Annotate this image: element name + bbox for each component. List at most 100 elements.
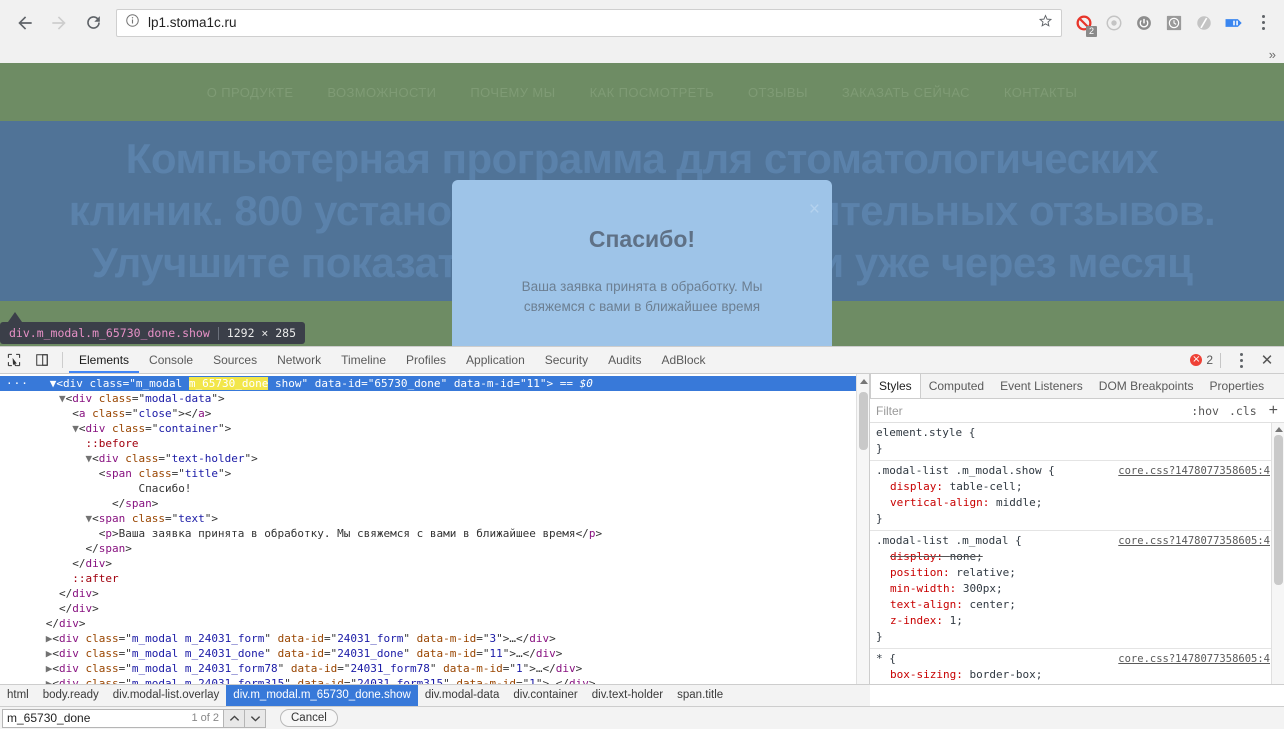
chrome-menu-icon[interactable]	[1250, 9, 1276, 37]
css-rule[interactable]: .modal-list .m_modal.show {core.css?1478…	[870, 461, 1284, 531]
dom-node[interactable]: ::before	[0, 436, 869, 451]
css-source-link[interactable]: core.css?1478077358605:4	[1118, 533, 1270, 549]
slash-extension-icon[interactable]	[1190, 9, 1218, 37]
css-property-value[interactable]: relative;	[956, 566, 1016, 579]
breadcrumb-item[interactable]: div.modal-data	[418, 685, 507, 706]
css-property-value[interactable]: 1;	[950, 614, 963, 627]
adblock-extension-icon[interactable]: 2	[1070, 9, 1098, 37]
tab-adblock[interactable]: AdBlock	[651, 347, 715, 373]
css-property-value[interactable]: none;	[950, 550, 983, 563]
css-declaration[interactable]: text-align: center;	[876, 597, 1284, 613]
dom-node[interactable]: ▶<div class="m_modal m_24031_done" data-…	[0, 646, 869, 661]
breadcrumb-item[interactable]: div.modal-list.overlay	[106, 685, 227, 706]
page-info-icon[interactable]	[125, 13, 140, 33]
dom-node[interactable]: ▶<div class="m_modal m_24031_form78" dat…	[0, 661, 869, 676]
overflow-chevron-icon[interactable]: »	[1269, 48, 1275, 61]
styles-filter-input[interactable]: Filter	[876, 404, 1181, 418]
tab-network[interactable]: Network	[267, 347, 331, 373]
tab-application[interactable]: Application	[456, 347, 535, 373]
css-declaration[interactable]: display: none;	[876, 549, 1284, 565]
dom-node[interactable]: ▼<div class="container">	[0, 421, 869, 436]
back-arrow-icon[interactable]	[10, 8, 40, 38]
css-property-name[interactable]: z-index:	[890, 614, 950, 627]
dom-node[interactable]: ▼<div class="text-holder">	[0, 451, 869, 466]
search-cancel-button[interactable]: Cancel	[280, 709, 338, 727]
breadcrumb-item[interactable]: span.title	[670, 685, 730, 706]
css-property-name[interactable]: display:	[890, 550, 950, 563]
hov-toggle[interactable]: :hov	[1191, 404, 1219, 418]
devtools-more-icon[interactable]	[1228, 346, 1254, 374]
css-property-value[interactable]: center;	[969, 598, 1015, 611]
nav-item-4[interactable]: ОТЗЫВЫ	[748, 85, 808, 100]
dom-node[interactable]: Спасибо!	[0, 481, 869, 496]
css-property-value[interactable]: table-cell;	[950, 480, 1023, 493]
tab-console[interactable]: Console	[139, 347, 203, 373]
search-prev-button[interactable]	[224, 709, 245, 728]
disclosure-open-icon[interactable]: ▼	[72, 422, 79, 435]
styles-tab-event-listeners[interactable]: Event Listeners	[992, 374, 1091, 398]
css-selector[interactable]: .modal-list .m_modal {	[876, 533, 1022, 549]
css-selector[interactable]: element.style {	[876, 425, 975, 441]
breadcrumb-item[interactable]: body.ready	[36, 685, 106, 706]
nav-item-2[interactable]: ПОЧЕМУ МЫ	[470, 85, 555, 100]
styles-tab-properties[interactable]: Properties	[1201, 374, 1272, 398]
dom-node[interactable]: ▼<div class="modal-data">	[0, 391, 869, 406]
css-declaration[interactable]: z-index: 1;	[876, 613, 1284, 629]
power-extension-icon[interactable]	[1130, 9, 1158, 37]
css-declaration[interactable]: box-sizing: border-box;	[876, 667, 1284, 683]
css-source-link[interactable]: core.css?1478077358605:4	[1118, 463, 1270, 479]
dom-node[interactable]: ::after	[0, 571, 869, 586]
styles-scrollbar[interactable]	[1271, 423, 1284, 708]
styles-tab-computed[interactable]: Computed	[921, 374, 992, 398]
inspect-element-icon[interactable]	[0, 347, 28, 373]
css-declaration[interactable]: min-width: 300px;	[876, 581, 1284, 597]
disclosure-open-icon[interactable]: ▼	[59, 392, 66, 405]
css-selector[interactable]: * {	[876, 651, 896, 667]
css-declaration[interactable]: position: relative;	[876, 565, 1284, 581]
dom-node[interactable]: ▶<div class="m_modal m_24031_form" data-…	[0, 631, 869, 646]
modal-close-icon[interactable]: ×	[809, 200, 820, 219]
css-property-value[interactable]: middle;	[996, 496, 1042, 509]
tab-elements[interactable]: Elements	[69, 347, 139, 373]
search-next-button[interactable]	[245, 709, 266, 728]
css-property-name[interactable]: position:	[890, 566, 956, 579]
clock-extension-icon[interactable]	[1160, 9, 1188, 37]
dom-tree-scrollbar[interactable]	[856, 374, 869, 708]
scroll-up-arrow-icon[interactable]	[860, 379, 868, 384]
css-property-name[interactable]: vertical-align:	[890, 496, 996, 509]
breadcrumb-item[interactable]: div.m_modal.m_65730_done.show	[226, 685, 418, 706]
css-property-value[interactable]: 300px;	[963, 582, 1003, 595]
styles-tab-styles[interactable]: Styles	[870, 374, 921, 398]
address-bar[interactable]: lp1.stoma1c.ru	[116, 9, 1062, 37]
nav-item-3[interactable]: КАК ПОСМОТРЕТЬ	[590, 85, 714, 100]
bookmark-manager-extension-icon[interactable]	[1220, 9, 1248, 37]
css-declaration[interactable]: display: table-cell;	[876, 479, 1284, 495]
nav-item-1[interactable]: ВОЗМОЖНОСТИ	[327, 85, 436, 100]
css-property-name[interactable]: text-align:	[890, 598, 969, 611]
nav-item-5[interactable]: ЗАКАЗАТЬ СЕЙЧАС	[842, 85, 970, 100]
cls-toggle[interactable]: .cls	[1229, 404, 1257, 418]
css-property-value[interactable]: border-box;	[969, 668, 1042, 681]
styles-tab-dom-breakpoints[interactable]: DOM Breakpoints	[1091, 374, 1202, 398]
css-property-name[interactable]: box-sizing:	[890, 668, 969, 681]
dom-node[interactable]: <a class="close"></a>	[0, 406, 869, 421]
tab-timeline[interactable]: Timeline	[331, 347, 396, 373]
dom-node[interactable]: </span>	[0, 541, 869, 556]
dom-node[interactable]: </div>	[0, 586, 869, 601]
breadcrumb-item[interactable]: html	[0, 685, 36, 706]
tab-profiles[interactable]: Profiles	[396, 347, 456, 373]
reload-icon[interactable]	[78, 8, 108, 38]
dom-node[interactable]: </div>	[0, 601, 869, 616]
dom-node[interactable]: </div>	[0, 616, 869, 631]
device-toolbar-icon[interactable]	[28, 347, 56, 373]
devtools-close-icon[interactable]: ✕	[1256, 351, 1278, 369]
search-input[interactable]: m_65730_done 1 of 2	[2, 709, 224, 728]
nav-item-6[interactable]: КОНТАКТЫ	[1004, 85, 1077, 100]
dom-scroll-thumb[interactable]	[859, 392, 868, 450]
tab-security[interactable]: Security	[535, 347, 598, 373]
dom-node[interactable]: </span>	[0, 496, 869, 511]
nav-item-0[interactable]: О ПРОДУКТЕ	[207, 85, 294, 100]
dom-node[interactable]: <p>Ваша заявка принята в обработку. Мы с…	[0, 526, 869, 541]
css-property-name[interactable]: display:	[890, 480, 950, 493]
dom-node[interactable]: <span class="title">	[0, 466, 869, 481]
